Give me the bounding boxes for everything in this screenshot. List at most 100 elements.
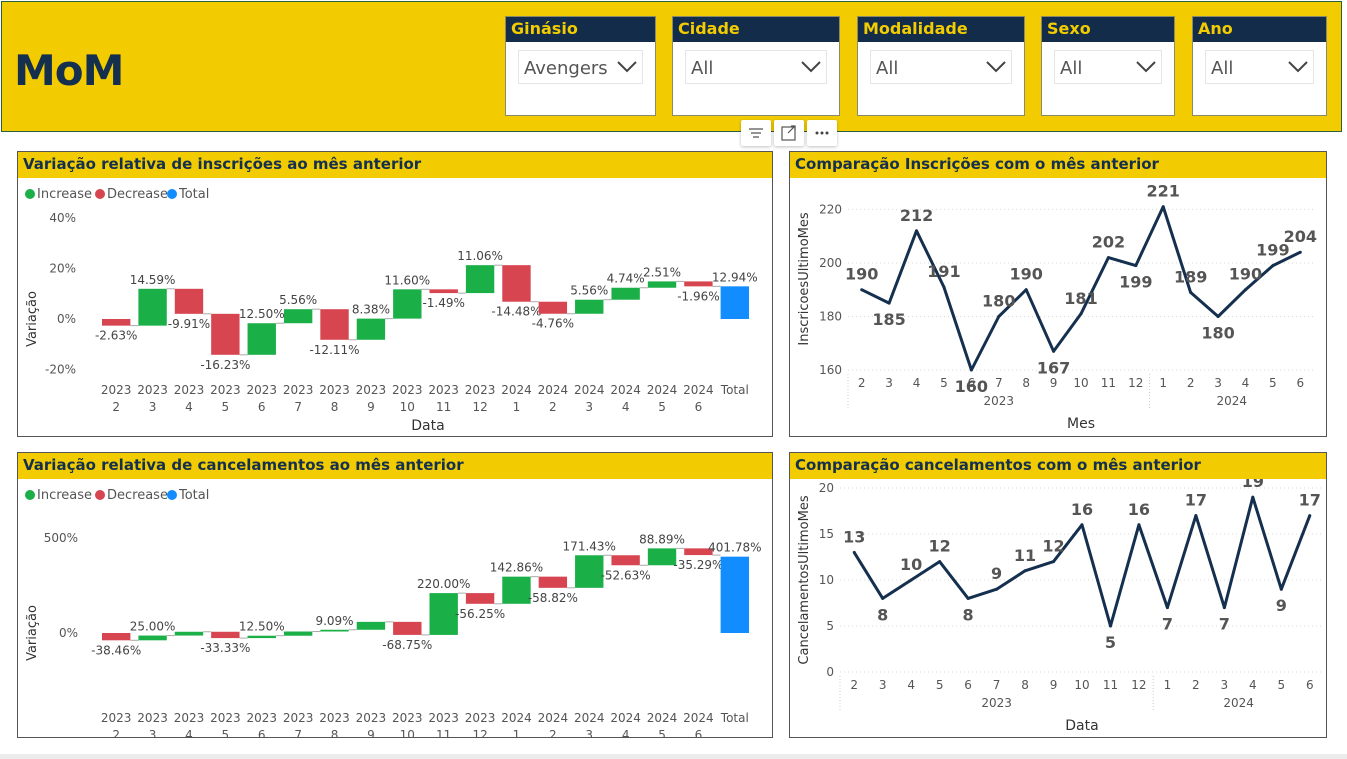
data-label: 8: [877, 605, 888, 624]
slicer-ano[interactable]: Ano All: [1192, 16, 1327, 116]
waterfall-bar: [429, 593, 458, 635]
x-tick-label: 6: [695, 728, 703, 737]
slicer-cidade[interactable]: Cidade All: [672, 16, 840, 116]
data-point: [1161, 205, 1165, 209]
x-tick-label: 3: [149, 400, 157, 414]
x-tick-label: 3: [1214, 376, 1222, 390]
x-tick-label: 4: [622, 728, 630, 737]
x-tick-label: 4: [907, 678, 915, 692]
panel-cancelamentos-waterfall[interactable]: Variação relativa de cancelamentos ao mê…: [17, 452, 773, 738]
waterfall-bar: [720, 286, 749, 319]
data-label: 5: [1105, 633, 1116, 652]
data-label: 167: [1037, 358, 1070, 377]
data-label: -4.76%: [532, 317, 574, 331]
x-tick-label: 3: [879, 678, 887, 692]
waterfall-bar: [538, 576, 568, 588]
waterfall-bar: [283, 631, 313, 636]
x-tick-label: 12: [472, 400, 487, 414]
more-options-icon[interactable]: [807, 120, 837, 146]
data-point: [1108, 624, 1112, 628]
slicer-dropdown[interactable]: Avengers: [518, 50, 643, 84]
x-tick-label: 2023: [392, 383, 423, 397]
data-label: 220.00%: [417, 577, 470, 591]
data-label: 190: [1229, 265, 1262, 284]
x-tick-label: 5: [936, 678, 944, 692]
slicer-sexo[interactable]: Sexo All: [1041, 16, 1175, 116]
x-tick-label: 2023: [283, 383, 314, 397]
page-footer-bar: [0, 754, 1347, 759]
x-tick-label: 3: [585, 728, 593, 737]
x-group-label: 2023: [981, 696, 1012, 710]
slicer-ginasio[interactable]: Ginásio Avengers: [505, 16, 656, 116]
data-label: 11.06%: [457, 249, 503, 263]
data-point: [1279, 587, 1283, 591]
legend-label: Total: [178, 488, 209, 503]
x-tick-label: 6: [964, 678, 972, 692]
waterfall-bar: [138, 288, 167, 326]
x-axis-title: Data: [411, 418, 444, 434]
x-tick-label: 2: [112, 400, 120, 414]
slicer-dropdown[interactable]: All: [870, 50, 1012, 84]
slicer-dropdown[interactable]: All: [685, 50, 827, 84]
x-tick-label: 4: [622, 400, 630, 414]
x-tick-label: 12: [1131, 678, 1146, 692]
x-axis-title: Data: [1065, 718, 1098, 734]
data-point: [1216, 314, 1220, 318]
x-tick-label: 3: [885, 376, 893, 390]
data-point: [1222, 606, 1226, 610]
panel-cancelamentos-line[interactable]: Comparação cancelamentos com o mês anter…: [789, 452, 1327, 738]
data-label: 16: [1071, 500, 1093, 519]
slicer-dropdown[interactable]: All: [1054, 50, 1162, 84]
data-point: [1052, 349, 1056, 353]
waterfall-bar: [465, 593, 495, 604]
y-tick-label: 500%: [44, 531, 78, 545]
x-tick-label: 5: [222, 728, 230, 737]
panel-inscricoes-line[interactable]: Comparação Inscrições com o mês anterior…: [789, 151, 1327, 437]
slicer-value: All: [1060, 58, 1083, 79]
slicer-label: Ginásio: [506, 17, 655, 42]
data-label: -58.82%: [528, 591, 578, 605]
data-point: [1134, 264, 1138, 268]
waterfall-bar: [502, 265, 531, 302]
data-point: [881, 596, 885, 600]
waterfall-bar: [247, 323, 276, 355]
x-tick-label: 3: [1221, 678, 1229, 692]
data-point: [1189, 290, 1193, 294]
legend-label: Increase: [37, 187, 92, 202]
data-point: [942, 285, 946, 289]
data-point: [852, 550, 856, 554]
data-label: 4.74%: [607, 272, 645, 286]
x-tick-label: 2023: [428, 711, 459, 725]
data-label: -56.25%: [455, 607, 505, 621]
y-tick-label: 10: [819, 573, 834, 587]
x-tick-label: 2: [549, 400, 557, 414]
x-tick-label: 8: [331, 728, 339, 737]
chevron-down-icon: [1288, 61, 1308, 73]
waterfall-bar: [211, 313, 240, 355]
x-tick-label: 2024: [574, 711, 605, 725]
slicer-modalidade[interactable]: Modalidade All: [857, 16, 1025, 116]
x-tick-label: 2024: [683, 711, 714, 725]
legend-label: Total: [178, 187, 209, 202]
focus-mode-icon[interactable]: [774, 120, 804, 146]
data-point: [997, 314, 1001, 318]
slicer-dropdown[interactable]: All: [1205, 50, 1314, 84]
slicer-label: Ano: [1193, 17, 1326, 42]
x-tick-label: 2: [850, 678, 858, 692]
waterfall-bar: [647, 548, 677, 566]
x-tick-label: 10: [1074, 678, 1089, 692]
waterfall-chart-cancelamentos: Increase Decrease Total 500% 0% Variação -38.4…: [25, 488, 762, 737]
waterfall-bar: [211, 631, 240, 639]
x-tick-label: 8: [1021, 678, 1029, 692]
waterfall-bar: [611, 555, 640, 566]
filter-icon[interactable]: [741, 120, 771, 146]
data-label: 7: [1162, 615, 1173, 634]
x-tick-label: 2024: [647, 383, 678, 397]
panel-inscricoes-waterfall[interactable]: Variação relativa de inscrições ao mês a…: [17, 151, 773, 437]
data-label: -12.11%: [309, 343, 359, 357]
x-tick-label: 6: [968, 376, 976, 390]
data-label: -1.49%: [422, 296, 464, 310]
data-label: 181: [1064, 289, 1097, 308]
data-label: -1.96%: [677, 289, 719, 303]
data-point: [1023, 569, 1027, 573]
